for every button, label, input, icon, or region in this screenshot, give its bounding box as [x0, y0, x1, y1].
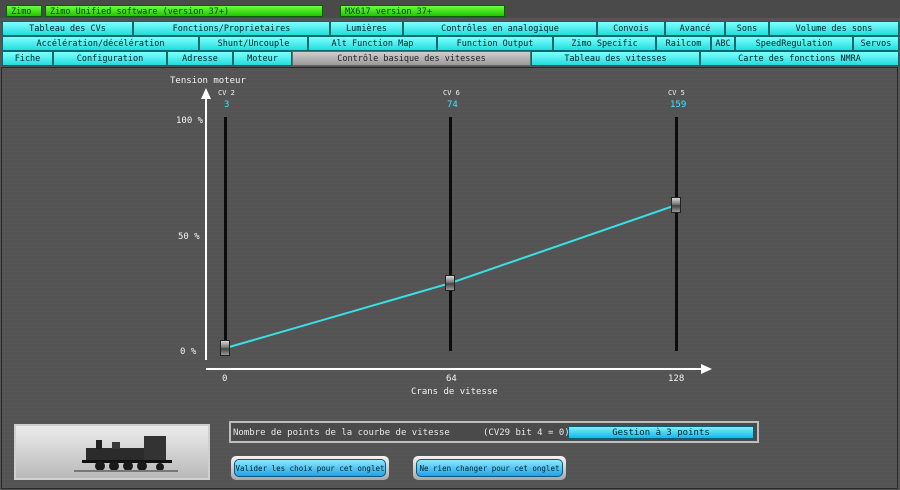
- gestion-points-button[interactable]: Gestion à 3 points: [568, 426, 754, 439]
- x-axis-arrow: [701, 364, 712, 374]
- curve-points-bar: Nombre de points de la courbe de vitesse…: [229, 421, 759, 443]
- steam-locomotive-icon: [74, 436, 178, 472]
- cv29-note: (CV29 bit 4 = 0): [483, 428, 570, 438]
- slider-cv2-handle[interactable]: [220, 340, 230, 357]
- curve-points-label: Nombre de points de la courbe de vitesse: [233, 428, 450, 438]
- slider-cv6-track[interactable]: [449, 117, 452, 351]
- slider-cv6-handle[interactable]: [445, 275, 455, 292]
- slider-cv2-track[interactable]: [224, 117, 227, 351]
- locomotive-image: [14, 424, 210, 480]
- validate-tab-button[interactable]: Valider les choix pour cet onglet: [230, 455, 390, 481]
- cancel-tab-label: Ne rien changer pour cet onglet: [416, 459, 563, 477]
- cancel-tab-button[interactable]: Ne rien changer pour cet onglet: [412, 455, 567, 481]
- validate-tab-label: Valider les choix pour cet onglet: [234, 459, 386, 477]
- slider-cv5-track[interactable]: [675, 117, 678, 351]
- y-axis-arrow: [201, 88, 211, 99]
- slider-cv5-handle[interactable]: [671, 197, 681, 214]
